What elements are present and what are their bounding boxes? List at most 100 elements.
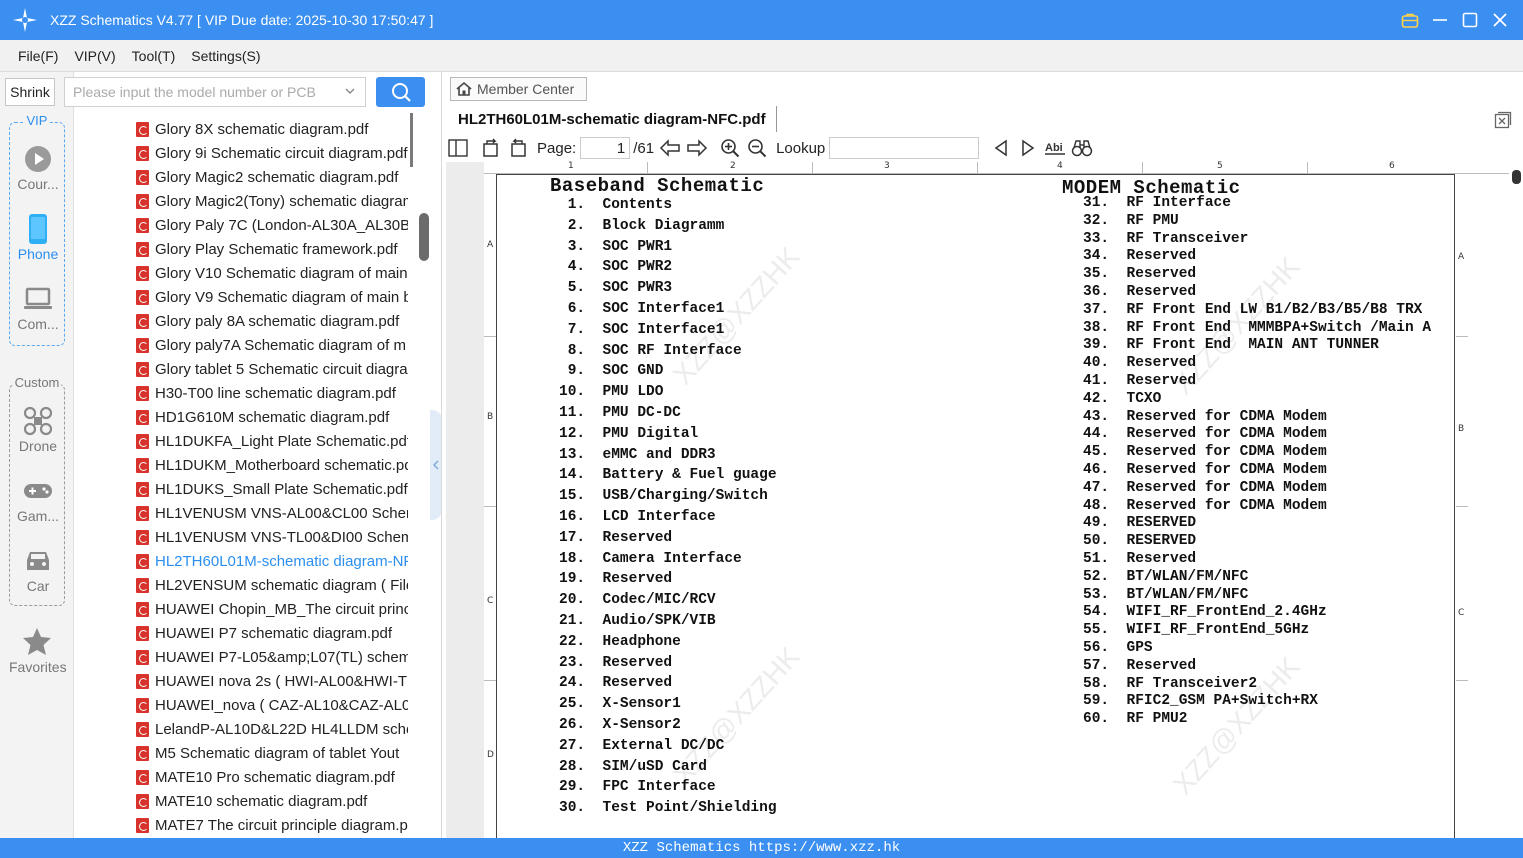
file-list-item[interactable]: HUAWEI_nova ( CAZ-AL10&CAZ-AL0( (136, 693, 408, 717)
file-name: Glory Magic2(Tony) schematic diagram.pdf (155, 192, 408, 210)
ruler-col-2: 2 (730, 161, 736, 171)
file-name: MATE10 schematic diagram.pdf (155, 792, 368, 810)
nav-favorites[interactable]: Favorites (9, 628, 67, 675)
modem-entry: 36. Reserved (1083, 284, 1197, 300)
file-list-item[interactable]: HL1VENUSM VNS-TL00&DI00 Schema (136, 525, 408, 549)
pdf-file-icon (136, 169, 149, 185)
vip-bag-icon[interactable] (1401, 11, 1419, 29)
file-list-item[interactable]: M5 Schematic diagram of tablet Yout (136, 741, 408, 765)
file-list-item[interactable]: H30-T00 line schematic diagram.pdf (136, 381, 408, 405)
lookup-input[interactable] (829, 137, 980, 159)
file-name: HD1G610M schematic diagram.pdf (155, 408, 390, 426)
file-list-item[interactable]: Glory 9i Schematic circuit diagram.pdf (136, 141, 408, 165)
file-list-item[interactable]: Glory Magic2 schematic diagram.pdf (136, 165, 408, 189)
menu-vip[interactable]: VIP(V) (74, 48, 115, 64)
next-page-icon[interactable] (685, 136, 709, 160)
file-list-item[interactable]: Glory Paly 7C (London-AL30A_AL30B_ (136, 213, 408, 237)
close-button[interactable] (1491, 11, 1509, 29)
rotate-right-icon[interactable] (479, 136, 503, 160)
document-tab[interactable]: HL2TH60L01M-schematic diagram-NFC.pdf (450, 106, 777, 132)
shrink-button[interactable]: Shrink (5, 78, 55, 106)
file-list-item[interactable]: HL1DUKS_Small Plate Schematic.pdf (136, 477, 408, 501)
find-next-icon[interactable] (1016, 136, 1040, 160)
pdf-file-icon (136, 721, 149, 737)
search-button[interactable] (376, 77, 425, 107)
modem-entry: 59. RFIC2_GSM PA+Switch+RX (1083, 693, 1318, 710)
file-name: HL1DUKS_Small Plate Schematic.pdf (155, 480, 408, 498)
file-list-item[interactable]: Glory V10 Schematic diagram of main (136, 261, 408, 285)
file-list-item[interactable]: Glory 8X schematic diagram.pdf (136, 117, 408, 141)
nav-courses[interactable]: Cour... (10, 145, 66, 192)
file-name: Glory paly 8A schematic diagram.pdf (155, 312, 400, 330)
file-name: HUAWEI_nova ( CAZ-AL10&CAZ-AL0( (155, 696, 408, 714)
file-list-item[interactable]: HL2TH60L01M-schematic diagram-NFC (136, 549, 408, 573)
modem-entry: 48. Reserved for CDMA Modem (1083, 497, 1327, 514)
file-list-item[interactable]: Glory Magic2(Tony) schematic diagram.pdf (136, 189, 408, 213)
match-case-icon[interactable]: Abi (1043, 136, 1067, 160)
file-list-item[interactable]: Glory paly7A Schematic diagram of m (136, 333, 408, 357)
file-list-item[interactable]: HL2VENSUM schematic diagram ( File (136, 573, 408, 597)
file-list-item[interactable]: HUAWEI P7 schematic diagram.pdf (136, 621, 408, 645)
row-letter-a-left: A (487, 240, 494, 250)
pdf-file-icon (136, 649, 149, 665)
file-list-item[interactable]: MATE7 The circuit principle diagram.p (136, 813, 408, 837)
modem-entry: 56. GPS (1083, 640, 1153, 656)
file-list-item[interactable]: MATE10 Pro schematic diagram.pdf (136, 765, 408, 789)
modem-entry: 32. RF PMU (1083, 212, 1179, 229)
pdf-file-icon (136, 361, 149, 377)
pdf-file-icon (136, 481, 149, 497)
file-list-scroll-thumb[interactable] (419, 213, 429, 261)
pdf-file-icon (136, 673, 149, 689)
zoom-in-icon[interactable] (718, 136, 742, 160)
baseband-entry: 12. PMU Digital (559, 425, 699, 442)
file-list-item[interactable]: HUAWEI Chopin_MB_The circuit princ (136, 597, 408, 621)
file-name: Glory 9i Schematic circuit diagram.pdf (155, 144, 408, 162)
file-list-item[interactable]: HUAWEI nova 2s ( HWI-AL00&HWI-TI (136, 669, 408, 693)
nav-computer[interactable]: Com... (10, 285, 66, 332)
file-list-item[interactable]: Glory V9 Schematic diagram of main b (136, 285, 408, 309)
maximize-button[interactable] (1461, 11, 1479, 29)
modem-entry: 40. Reserved (1083, 355, 1197, 372)
document-scrollbar[interactable] (1509, 162, 1523, 838)
nav-drone[interactable]: Drone (10, 406, 66, 454)
custom-group: Custom Drone Gam... Car (9, 375, 66, 606)
sidebar-toggle-icon[interactable] (446, 136, 470, 160)
baseband-entry: 20. Codec/MIC/RCV (559, 592, 716, 609)
nav-car[interactable]: Car (10, 547, 66, 594)
page-number-input[interactable]: 1 (580, 137, 631, 159)
file-list-item[interactable]: LelandP-AL10D&L22D HL4LLDM sche (136, 717, 408, 741)
nav-phone[interactable]: Phone (10, 214, 66, 262)
menu-settings[interactable]: Settings(S) (191, 48, 260, 64)
search-input[interactable]: Please input the model number or PCB (64, 77, 366, 107)
file-list-item[interactable]: MATE10 schematic diagram.pdf (136, 789, 408, 813)
document-scroll-thumb[interactable] (1512, 170, 1521, 184)
file-list-item[interactable]: Glory paly 8A schematic diagram.pdf (136, 309, 408, 333)
rotate-left-icon[interactable] (506, 136, 530, 160)
menu-file[interactable]: File(F) (18, 48, 58, 64)
nav-phone-label: Phone (17, 246, 59, 262)
binoculars-icon[interactable] (1070, 136, 1094, 160)
file-list-item[interactable]: HD1G610M schematic diagram.pdf (136, 405, 408, 429)
file-name: M5 Schematic diagram of tablet Yout (155, 744, 400, 762)
chevron-down-icon[interactable] (345, 86, 355, 96)
file-list-item[interactable]: Glory tablet 5 Schematic circuit diagra (136, 357, 408, 381)
minimize-button[interactable] (1431, 11, 1449, 29)
find-previous-icon[interactable] (989, 136, 1013, 160)
file-list-item[interactable]: HL1DUKM_Motherboard schematic.pdf (136, 453, 408, 477)
category-sidebar: Shrink VIP Cour... Phone Com... Custom D… (0, 72, 74, 838)
menu-tool[interactable]: Tool(T) (132, 48, 176, 64)
close-document-button[interactable] (1494, 111, 1512, 129)
panel-divider[interactable] (441, 72, 442, 838)
file-list-item[interactable]: HUAWEI P7-L05&amp;L07(TL) schema (136, 645, 408, 669)
file-list-item[interactable]: Glory Play Schematic framework.pdf (136, 237, 408, 261)
previous-page-icon[interactable] (658, 136, 682, 160)
nav-games[interactable]: Gam... (10, 477, 66, 524)
pdf-file-icon (136, 553, 149, 569)
member-center-button[interactable]: Member Center (450, 77, 587, 101)
member-center-label: Member Center (477, 81, 575, 97)
zoom-out-icon[interactable] (745, 136, 769, 160)
file-list-item[interactable]: HL1VENUSM VNS-AL00&CL00 Schem (136, 501, 408, 525)
file-list-item[interactable]: HL1DUKFA_Light Plate Schematic.pdf (136, 429, 408, 453)
file-list: Glory 8X schematic diagram.pdf Glory 9i S… (74, 113, 430, 838)
baseband-entry: 27. External DC/DC (559, 737, 725, 754)
